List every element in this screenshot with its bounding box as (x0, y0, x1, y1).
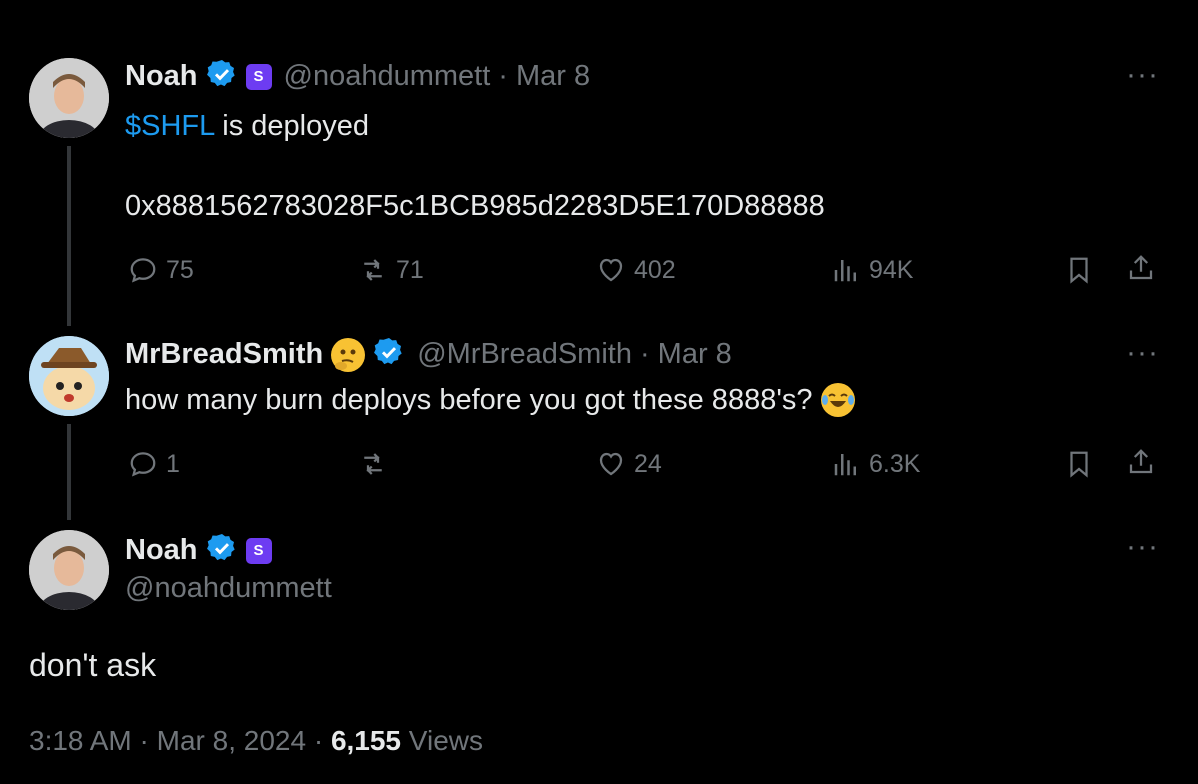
like-button[interactable]: 24 (596, 449, 662, 479)
views-icon (834, 260, 856, 282)
views-button[interactable]: 6.3K (831, 449, 920, 479)
bookmark-icon (1070, 257, 1088, 284)
bookmark-icon (1070, 451, 1088, 478)
share-icon (1129, 255, 1153, 280)
reply-icon (130, 452, 156, 477)
share-icon (1129, 449, 1153, 474)
tweet-text: don't ask (29, 647, 157, 683)
views-button[interactable]: 94K (831, 255, 913, 285)
separator-dot: · (498, 60, 508, 92)
like-icon (599, 452, 623, 476)
views-count: 94K (869, 255, 914, 284)
author-name[interactable]: Noah (125, 534, 198, 567)
tweet1-text: $SHFL is deployed (125, 110, 369, 143)
verified-icon (206, 532, 238, 569)
separator-dot: · (139, 725, 149, 756)
bookmark-button[interactable] (1064, 449, 1094, 479)
author-handle[interactable]: @MrBreadSmith (417, 338, 632, 371)
more-icon[interactable]: ··· (1126, 530, 1159, 564)
share-button[interactable] (1126, 253, 1156, 283)
thinking-emoji (331, 337, 366, 372)
tweet-date[interactable]: Mar 8 (658, 338, 732, 371)
reply-count: 75 (166, 255, 194, 284)
repost-icon (364, 259, 382, 281)
more-icon[interactable]: ··· (1126, 58, 1159, 92)
repost-icon (364, 453, 382, 475)
affiliate-badge[interactable]: S (245, 63, 272, 90)
reply-button[interactable]: 1 (128, 449, 180, 479)
tweet-meta: 3:18 AM · Mar 8, 2024 · 6,155 Views (29, 725, 483, 757)
views-icon (834, 454, 856, 476)
author-name[interactable]: Noah (125, 60, 198, 93)
tweet1-header: Noah S @noahdummett · Mar 8 (125, 58, 590, 95)
thread-line (67, 146, 71, 326)
affiliate-badge[interactable]: S (245, 537, 272, 564)
laughing-emoji (820, 383, 855, 417)
separator-dot: · (313, 725, 324, 756)
share-button[interactable] (1126, 447, 1156, 477)
reply-count: 1 (166, 449, 180, 478)
more-icon[interactable]: ··· (1126, 336, 1159, 370)
verified-icon (373, 336, 405, 373)
verified-icon (206, 58, 238, 95)
contract-address: 0x8881562783028F5c1BCB985d2283D5E170D888… (125, 190, 825, 222)
repost-button[interactable] (358, 449, 396, 479)
repost-button[interactable]: 71 (358, 255, 424, 285)
avatar-mrbreadsmith[interactable] (29, 336, 109, 416)
views-count: 6.3K (869, 449, 921, 478)
tweet-text: is deployed (214, 110, 369, 142)
tweet-full-date[interactable]: Mar 8, 2024 (157, 725, 306, 756)
repost-count: 71 (396, 255, 424, 284)
tweet-time[interactable]: 3:18 AM (29, 725, 132, 756)
reply-icon (130, 258, 156, 283)
tweet2-body: how many burn deploys before you got the… (125, 383, 855, 417)
avatar-noah[interactable] (29, 530, 109, 610)
tweet3-header: Noah S (125, 532, 272, 569)
cashtag-link[interactable]: $SHFL (125, 110, 214, 142)
tweet2-header: MrBreadSmith @MrBreadSmith · Mar 8 (125, 336, 732, 373)
views-label: Views (408, 725, 483, 756)
separator-dot: · (639, 338, 650, 370)
like-button[interactable]: 402 (596, 255, 676, 285)
avatar-noah[interactable] (29, 58, 109, 138)
tweet-text: how many burn deploys before you got the… (125, 383, 813, 416)
thread-line (67, 424, 71, 520)
tweet-date[interactable]: Mar 8 (516, 60, 590, 93)
view-count: 6,155 (330, 725, 402, 756)
author-name[interactable]: MrBreadSmith (125, 338, 323, 371)
like-count: 402 (634, 255, 676, 284)
author-handle[interactable]: @noahdummett (284, 60, 491, 93)
author-handle[interactable]: @noahdummett (125, 572, 332, 605)
reply-button[interactable]: 75 (128, 255, 194, 285)
like-icon (599, 258, 623, 282)
bookmark-button[interactable] (1064, 255, 1094, 285)
like-count: 24 (634, 449, 662, 478)
